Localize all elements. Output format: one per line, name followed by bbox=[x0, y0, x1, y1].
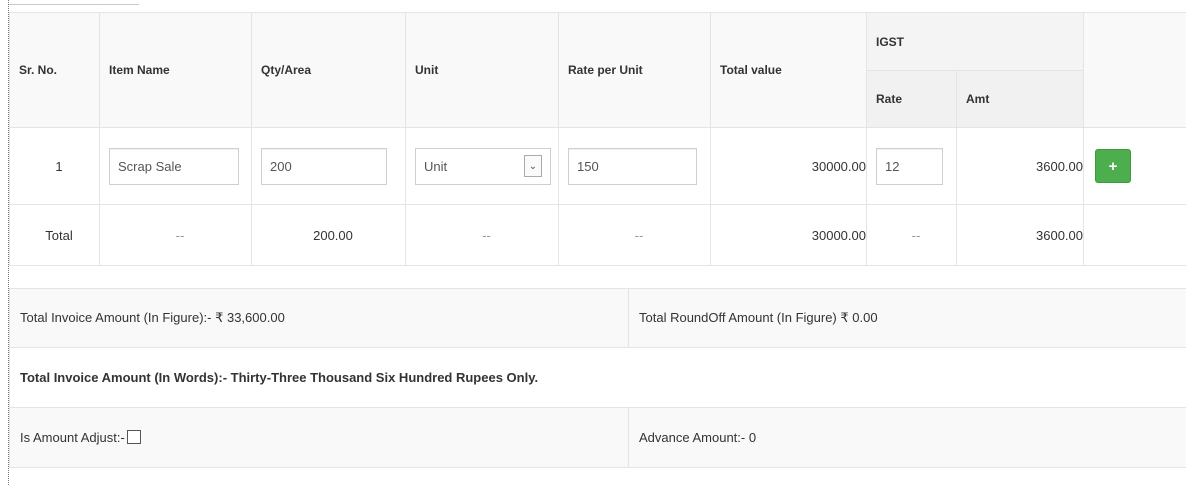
igst-rate-input[interactable] bbox=[876, 147, 943, 185]
igst-rate-cell bbox=[866, 127, 957, 205]
total-igst-rate: -- bbox=[866, 204, 957, 266]
header-item-name: Item Name bbox=[99, 12, 252, 128]
total-roundoff-amount-figure: Total RoundOff Amount (In Figure) ₹ 0.00 bbox=[628, 288, 1186, 348]
header-total-value: Total value bbox=[710, 12, 867, 128]
qty-area-cell bbox=[251, 127, 406, 205]
invoice-items-table: Sr. No. Item Name Qty/Area Unit Rate per… bbox=[9, 12, 1186, 266]
total-invoice-amount-words: Total Invoice Amount (In Words):- Thirty… bbox=[9, 347, 1186, 408]
total-total-value: 30000.00 bbox=[710, 204, 867, 266]
total-label: Total bbox=[9, 204, 100, 266]
row-igst-amt: 3600.00 bbox=[955, 127, 1085, 205]
header-row-top: Sr. No. Item Name Qty/Area Unit Rate per… bbox=[9, 12, 1186, 128]
header-rate-per-unit: Rate per Unit bbox=[558, 12, 711, 128]
chevron-down-icon[interactable]: ⌄ bbox=[524, 155, 542, 177]
item-name-cell bbox=[99, 127, 252, 205]
summary-row-words: Total Invoice Amount (In Words):- Thirty… bbox=[9, 347, 1186, 408]
total-qty-area: 200.00 bbox=[251, 204, 406, 266]
total-row: Total -- 200.00 -- -- 30000.00 -- 3600.0… bbox=[9, 204, 1186, 266]
qty-area-input[interactable] bbox=[261, 147, 387, 185]
total-rate-per-unit: -- bbox=[558, 204, 711, 266]
top-edge-element bbox=[9, 0, 139, 5]
row-sr-no: 1 bbox=[9, 127, 100, 205]
total-item-name: -- bbox=[99, 204, 252, 266]
rate-per-unit-input[interactable] bbox=[568, 147, 697, 185]
row-total-value: 30000.00 bbox=[710, 127, 867, 205]
action-cell: + bbox=[1083, 127, 1186, 205]
table-row: 1 Unit ⌄ 30000.00 3600.00 + bbox=[9, 127, 1186, 205]
total-invoice-amount-figure: Total Invoice Amount (In Figure):- ₹ 33,… bbox=[9, 288, 629, 348]
checkbox-icon[interactable] bbox=[126, 430, 141, 444]
add-row-button[interactable]: + bbox=[1095, 149, 1132, 183]
summary-row-adjust: Is Amount Adjust:- Advance Amount:- 0 bbox=[9, 407, 1186, 468]
total-action-cell bbox=[1083, 204, 1186, 266]
advance-amount: Advance Amount:- 0 bbox=[628, 407, 1186, 468]
header-action bbox=[1083, 12, 1186, 128]
header-igst-rate: Rate bbox=[866, 70, 957, 128]
invoice-summary-table: Total Invoice Amount (In Figure):- ₹ 33,… bbox=[9, 288, 1186, 468]
amount-adjust-cell: Is Amount Adjust:- bbox=[9, 407, 629, 468]
header-igst: IGST bbox=[865, 12, 1085, 71]
unit-select[interactable]: Unit ⌄ bbox=[415, 147, 551, 185]
total-igst-amt: 3600.00 bbox=[955, 204, 1085, 266]
plus-icon: + bbox=[1108, 157, 1118, 175]
total-unit: -- bbox=[405, 204, 559, 266]
header-qty-area: Qty/Area bbox=[251, 12, 406, 128]
item-name-input[interactable] bbox=[109, 147, 239, 185]
header-sr-no: Sr. No. bbox=[9, 12, 100, 128]
summary-row-figures: Total Invoice Amount (In Figure):- ₹ 33,… bbox=[9, 288, 1186, 348]
is-amount-adjust-label: Is Amount Adjust:- bbox=[20, 430, 125, 445]
rate-per-unit-cell bbox=[558, 127, 711, 205]
unit-cell: Unit ⌄ bbox=[405, 127, 559, 205]
header-unit: Unit bbox=[405, 12, 559, 128]
header-igst-amt: Amt bbox=[955, 70, 1085, 128]
unit-select-value: Unit bbox=[424, 158, 448, 174]
